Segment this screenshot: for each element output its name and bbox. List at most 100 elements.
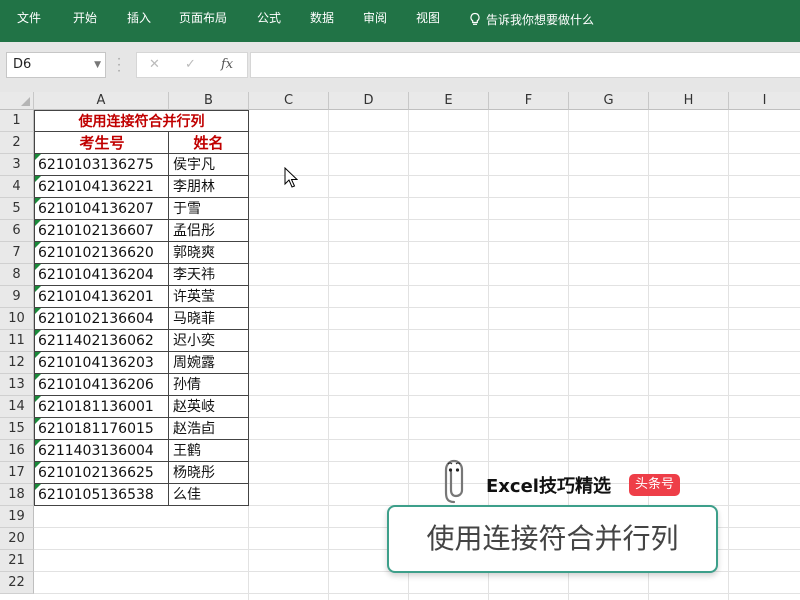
cell-exam-no-text: 6210181176015 bbox=[38, 421, 154, 437]
cell-exam-no[interactable]: 6210104136206 bbox=[34, 374, 169, 396]
cell-name-text: 李天祎 bbox=[173, 267, 215, 283]
sheet-title-cell[interactable]: 使用连接符合并行列 bbox=[34, 110, 249, 132]
cell-exam-no[interactable]: 6210104136204 bbox=[34, 264, 169, 286]
tab-insert[interactable]: 插入 bbox=[127, 11, 151, 25]
column-header-g[interactable]: G bbox=[569, 92, 649, 110]
column-header-i[interactable]: I bbox=[729, 92, 800, 110]
row-header-19[interactable]: 19 bbox=[0, 506, 34, 528]
row-header-22[interactable]: 22 bbox=[0, 572, 34, 594]
column-header-e[interactable]: E bbox=[409, 92, 489, 110]
tab-formulas[interactable]: 公式 bbox=[257, 11, 281, 25]
cell-name[interactable]: 郭晓爽 bbox=[168, 242, 249, 264]
row-header-11[interactable]: 11 bbox=[0, 330, 34, 352]
error-indicator-icon bbox=[35, 198, 41, 204]
cell-name[interactable]: 马晓菲 bbox=[168, 308, 249, 330]
cell-exam-no[interactable]: 6210181176015 bbox=[34, 418, 169, 440]
row-header-20[interactable]: 20 bbox=[0, 528, 34, 550]
cell-name-text: 赵浩卣 bbox=[173, 421, 215, 437]
row-header-6[interactable]: 6 bbox=[0, 220, 34, 242]
column-header-h[interactable]: H bbox=[649, 92, 729, 110]
row-header-1[interactable]: 1 bbox=[0, 110, 34, 132]
row-header-10[interactable]: 10 bbox=[0, 308, 34, 330]
tab-data[interactable]: 数据 bbox=[310, 11, 334, 25]
tell-me-label: 告诉我你想要做什么 bbox=[486, 13, 595, 27]
cell-exam-no[interactable]: 6210102136607 bbox=[34, 220, 169, 242]
cell-name[interactable]: 杨晓彤 bbox=[168, 462, 249, 484]
formula-input[interactable] bbox=[250, 52, 800, 78]
cell-name[interactable]: 么佳 bbox=[168, 484, 249, 506]
row-header-18[interactable]: 18 bbox=[0, 484, 34, 506]
row-header-9[interactable]: 9 bbox=[0, 286, 34, 308]
row-header-7[interactable]: 7 bbox=[0, 242, 34, 264]
check-icon[interactable]: ✓ bbox=[185, 57, 196, 72]
column-header-c[interactable]: C bbox=[249, 92, 329, 110]
cell-exam-no[interactable]: 6210105136538 bbox=[34, 484, 169, 506]
error-indicator-icon bbox=[35, 176, 41, 182]
cell-exam-no[interactable]: 6211403136004 bbox=[34, 440, 169, 462]
column-header-f[interactable]: F bbox=[489, 92, 569, 110]
header-cell-name[interactable]: 姓名 bbox=[168, 132, 249, 154]
cell-name[interactable]: 孙倩 bbox=[168, 374, 249, 396]
row-header-12[interactable]: 12 bbox=[0, 352, 34, 374]
cell-name-text: 于雪 bbox=[173, 201, 201, 217]
cell-name[interactable]: 许英莹 bbox=[168, 286, 249, 308]
cell-name[interactable]: 李朋林 bbox=[168, 176, 249, 198]
name-box[interactable]: D6 ▼ bbox=[6, 52, 106, 78]
cell-name[interactable]: 赵浩卣 bbox=[168, 418, 249, 440]
cell-name-text: 迟小奕 bbox=[173, 333, 215, 349]
cell-exam-no[interactable]: 6210104136203 bbox=[34, 352, 169, 374]
column-header-b[interactable]: B bbox=[169, 92, 249, 110]
cell-name[interactable]: 侯宇凡 bbox=[168, 154, 249, 176]
row-header-21[interactable]: 21 bbox=[0, 550, 34, 572]
error-indicator-icon bbox=[35, 242, 41, 248]
cell-exam-no[interactable]: 6210102136625 bbox=[34, 462, 169, 484]
error-indicator-icon bbox=[35, 396, 41, 402]
tab-view[interactable]: 视图 bbox=[416, 11, 440, 25]
cell-exam-no-text: 6210102136604 bbox=[38, 311, 154, 327]
chevron-down-icon[interactable]: ▼ bbox=[94, 53, 101, 77]
cell-name[interactable]: 王鹤 bbox=[168, 440, 249, 462]
column-header-a[interactable]: A bbox=[34, 92, 169, 110]
column-header-d[interactable]: D bbox=[329, 92, 409, 110]
tab-home[interactable]: 开始 bbox=[73, 11, 97, 25]
row-header-15[interactable]: 15 bbox=[0, 418, 34, 440]
row-header-4[interactable]: 4 bbox=[0, 176, 34, 198]
cell-name[interactable]: 赵英岐 bbox=[168, 396, 249, 418]
tell-me-search[interactable]: 告诉我你想要做什么 bbox=[468, 11, 594, 28]
cell-name[interactable]: 迟小奕 bbox=[168, 330, 249, 352]
insert-function-icon[interactable]: fx bbox=[221, 57, 233, 72]
formula-bar-area: D6 ▼ · · · ✕ ✓ fx bbox=[0, 42, 800, 92]
cell-name-text: 王鹤 bbox=[173, 443, 201, 459]
cell-exam-no[interactable]: 6210104136207 bbox=[34, 198, 169, 220]
cell-exam-no-text: 6210103136275 bbox=[38, 157, 154, 173]
select-all-corner[interactable] bbox=[0, 92, 34, 110]
tab-review[interactable]: 审阅 bbox=[363, 11, 387, 25]
cell-exam-no-text: 6210104136201 bbox=[38, 289, 154, 305]
more-options-icon[interactable]: · · · bbox=[116, 53, 122, 77]
cell-exam-no[interactable]: 6210104136221 bbox=[34, 176, 169, 198]
header-cell-exam-no[interactable]: 考生号 bbox=[34, 132, 169, 154]
tab-page-layout[interactable]: 页面布局 bbox=[179, 11, 227, 25]
row-header-3[interactable]: 3 bbox=[0, 154, 34, 176]
cell-exam-no[interactable]: 6210103136275 bbox=[34, 154, 169, 176]
row-header-16[interactable]: 16 bbox=[0, 440, 34, 462]
cell-exam-no[interactable]: 6211402136062 bbox=[34, 330, 169, 352]
cell-exam-no[interactable]: 6210181136001 bbox=[34, 396, 169, 418]
cell-exam-no[interactable]: 6210102136620 bbox=[34, 242, 169, 264]
cell-name-text: 马晓菲 bbox=[173, 311, 215, 327]
cancel-icon[interactable]: ✕ bbox=[149, 57, 160, 72]
cell-exam-no[interactable]: 6210102136604 bbox=[34, 308, 169, 330]
cell-name[interactable]: 于雪 bbox=[168, 198, 249, 220]
tab-file[interactable]: 文件 bbox=[17, 11, 41, 25]
cell-name[interactable]: 孟侣彤 bbox=[168, 220, 249, 242]
row-header-2[interactable]: 2 bbox=[0, 132, 34, 154]
row-header-8[interactable]: 8 bbox=[0, 264, 34, 286]
row-header-14[interactable]: 14 bbox=[0, 396, 34, 418]
cell-name[interactable]: 周婉露 bbox=[168, 352, 249, 374]
row-header-13[interactable]: 13 bbox=[0, 374, 34, 396]
cell-exam-no[interactable]: 6210104136201 bbox=[34, 286, 169, 308]
row-header-17[interactable]: 17 bbox=[0, 462, 34, 484]
cell-exam-no-text: 6210105136538 bbox=[38, 487, 154, 503]
cell-name[interactable]: 李天祎 bbox=[168, 264, 249, 286]
row-header-5[interactable]: 5 bbox=[0, 198, 34, 220]
